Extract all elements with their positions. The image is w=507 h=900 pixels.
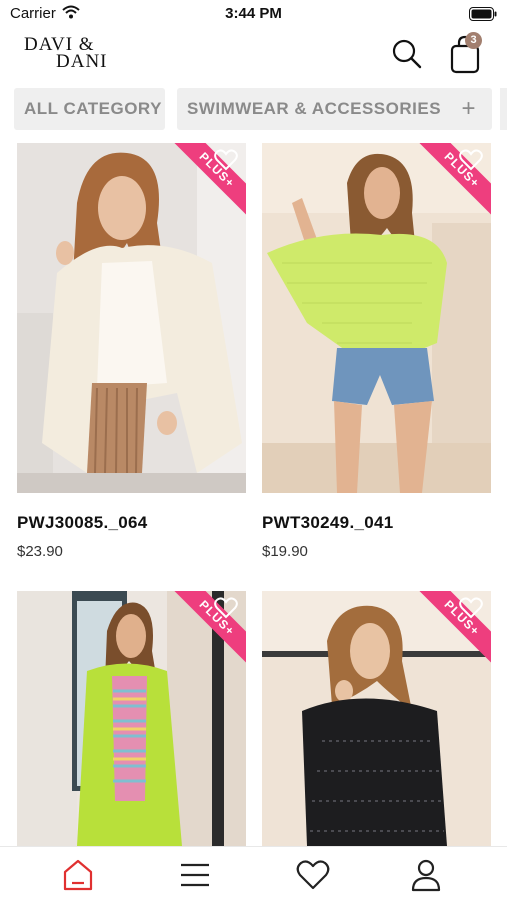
heart-icon <box>296 860 330 890</box>
cart-button[interactable]: 3 <box>448 32 484 74</box>
wishlist-heart-icon[interactable] <box>214 149 238 171</box>
search-icon <box>392 39 422 69</box>
nav-profile[interactable] <box>406 857 446 893</box>
category-bar: ALL CATEGORY SWIMWEAR & ACCESSORIES + <box>0 88 507 130</box>
category-chip-swimwear[interactable]: SWIMWEAR & ACCESSORIES + <box>177 88 492 130</box>
app-header: DAVI & DANI 3 <box>0 28 507 84</box>
product-price: $23.90 <box>17 543 63 560</box>
nav-wishlist[interactable] <box>293 857 333 893</box>
product-image[interactable]: PLUS+ <box>262 591 491 846</box>
brand-logo[interactable]: DAVI & DANI <box>24 35 124 72</box>
product-name[interactable]: PWJ30085._064 <box>17 513 148 533</box>
cart-count-badge: 3 <box>465 32 482 49</box>
product-image[interactable]: PLUS+ <box>17 591 246 846</box>
nav-categories[interactable] <box>175 857 215 893</box>
wishlist-heart-icon[interactable] <box>459 597 483 619</box>
logo-line-2: DANI <box>56 51 108 72</box>
status-bar: Carrier 3:44 PM <box>0 0 507 28</box>
search-button[interactable] <box>389 36 425 72</box>
category-chip-label: ALL CATEGORY <box>24 99 162 118</box>
category-chip-all[interactable]: ALL CATEGORY <box>14 88 165 130</box>
product-price: $19.90 <box>262 543 308 560</box>
bottom-nav <box>0 846 507 900</box>
battery-icon <box>469 7 497 26</box>
status-time: 3:44 PM <box>225 5 282 22</box>
wishlist-heart-icon[interactable] <box>459 149 483 171</box>
product-name[interactable]: PWT30249._041 <box>262 513 393 533</box>
product-image[interactable]: PLUS+ <box>17 143 246 493</box>
home-icon <box>63 859 93 891</box>
profile-icon <box>411 859 441 892</box>
category-chip-next[interactable] <box>500 88 507 130</box>
nav-home[interactable] <box>58 857 98 893</box>
plus-icon[interactable]: + <box>461 88 476 130</box>
menu-icon <box>181 863 209 887</box>
wishlist-heart-icon[interactable] <box>214 597 238 619</box>
category-chip-label: SWIMWEAR & ACCESSORIES <box>187 99 442 118</box>
product-image[interactable]: PLUS+ <box>262 143 491 493</box>
